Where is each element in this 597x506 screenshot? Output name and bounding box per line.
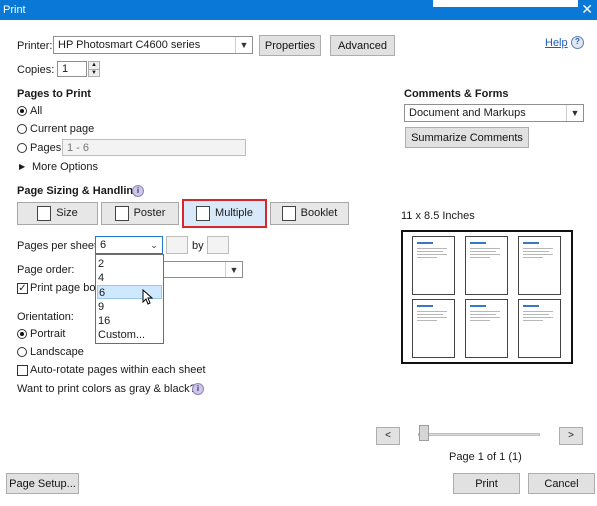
- info-icon[interactable]: i: [132, 185, 144, 197]
- window-title: Print: [3, 4, 26, 16]
- radio-pages-label: Pages: [30, 142, 62, 154]
- dropdown-option[interactable]: Custom...: [97, 328, 163, 342]
- pages-per-sheet-label: Pages per sheet:: [17, 240, 101, 252]
- info-icon[interactable]: i: [192, 383, 204, 395]
- stepper-down-icon[interactable]: ▼: [89, 70, 99, 77]
- pages-range-value: 1 - 6: [67, 142, 90, 154]
- tab-multiple[interactable]: Multiple: [182, 199, 267, 228]
- page-slider-thumb[interactable]: [419, 425, 429, 441]
- page-status: Page 1 of 1 (1): [449, 451, 522, 463]
- chevron-down-icon: ⌄: [150, 240, 158, 250]
- booklet-icon: [281, 205, 296, 221]
- pages-to-print-heading: Pages to Print: [17, 88, 91, 100]
- comments-select[interactable]: Document and Markups ▼: [404, 104, 584, 122]
- chevron-down-icon: ▼: [566, 105, 583, 121]
- copies-value: 1: [62, 63, 69, 75]
- print-preview: [401, 230, 573, 364]
- triangle-right-icon[interactable]: ▶: [19, 162, 25, 171]
- tab-size[interactable]: Size: [17, 202, 98, 225]
- more-options-link[interactable]: More Options: [32, 161, 98, 173]
- radio-landscape[interactable]: [17, 347, 27, 357]
- pages-range-input[interactable]: 1 - 6: [62, 139, 246, 156]
- copies-label: Copies:: [17, 64, 55, 76]
- tab-booklet-label: Booklet: [300, 207, 338, 219]
- page-setup-button[interactable]: Page Setup...: [6, 473, 79, 494]
- columns-input[interactable]: [166, 236, 188, 254]
- preview-page-thumbnail: [412, 236, 455, 295]
- pages-per-sheet-value: 6: [100, 239, 107, 251]
- advanced-button[interactable]: Advanced: [330, 35, 395, 56]
- dropdown-option[interactable]: 4: [97, 271, 163, 285]
- properties-button[interactable]: Properties: [259, 35, 321, 56]
- tab-size-label: Size: [56, 207, 78, 219]
- preview-page-thumbnail: [518, 236, 561, 295]
- poster-icon: [114, 205, 129, 221]
- radio-portrait-label: Portrait: [30, 328, 66, 340]
- multiple-icon: [196, 205, 211, 221]
- help-link[interactable]: Help: [545, 37, 568, 49]
- printer-value: HP Photosmart C4600 series: [58, 39, 201, 51]
- summarize-comments-button[interactable]: Summarize Comments: [405, 127, 529, 148]
- next-page-button[interactable]: >: [559, 427, 583, 445]
- dropdown-option[interactable]: 2: [97, 257, 163, 271]
- size-icon: [37, 205, 52, 221]
- tab-booklet[interactable]: Booklet: [270, 202, 349, 225]
- sizing-heading: Page Sizing & Handling: [17, 185, 140, 197]
- radio-portrait[interactable]: [17, 329, 27, 339]
- tab-multiple-label: Multiple: [215, 207, 253, 219]
- preview-page-thumbnail: [518, 299, 561, 358]
- previous-page-button[interactable]: <: [376, 427, 400, 445]
- comments-value: Document and Markups: [409, 107, 526, 119]
- mouse-cursor-icon: [142, 289, 154, 305]
- copies-input[interactable]: 1: [57, 61, 87, 77]
- title-bar-highlight: [433, 0, 578, 7]
- tab-poster[interactable]: Poster: [101, 202, 179, 225]
- pages-per-sheet-select[interactable]: 6 ⌄: [95, 236, 163, 254]
- gray-black-label: Want to print colors as gray & black?: [17, 383, 196, 395]
- cancel-button[interactable]: Cancel: [528, 473, 595, 494]
- chevron-down-icon: ▼: [235, 37, 252, 53]
- copies-stepper[interactable]: ▲ ▼: [88, 61, 100, 77]
- comments-heading: Comments & Forms: [404, 88, 509, 100]
- orientation-label: Orientation:: [17, 311, 74, 323]
- auto-rotate-checkbox[interactable]: [17, 365, 28, 376]
- preview-page-thumbnail: [465, 236, 508, 295]
- page-slider-track[interactable]: [418, 433, 540, 436]
- paper-size-label: 11 x 8.5 Inches: [401, 210, 475, 222]
- preview-page-thumbnail: [412, 299, 455, 358]
- radio-all[interactable]: [17, 106, 27, 116]
- by-label: by: [192, 240, 204, 252]
- printer-label: Printer:: [17, 40, 53, 52]
- title-bar: Print ✕: [0, 0, 597, 20]
- page-order-label: Page order:: [17, 264, 75, 276]
- radio-all-label: All: [30, 105, 43, 117]
- help-icon[interactable]: ?: [571, 36, 584, 49]
- tab-poster-label: Poster: [133, 207, 166, 219]
- rows-input[interactable]: [207, 236, 229, 254]
- preview-page-thumbnail: [465, 299, 508, 358]
- auto-rotate-label: Auto-rotate pages within each sheet: [30, 364, 206, 376]
- radio-pages[interactable]: [17, 143, 27, 153]
- print-border-checkbox[interactable]: ✓: [17, 283, 28, 294]
- radio-landscape-label: Landscape: [30, 346, 84, 358]
- radio-current-label: Current page: [30, 123, 95, 135]
- close-icon[interactable]: ✕: [581, 1, 593, 18]
- print-button[interactable]: Print: [453, 473, 520, 494]
- print-border-label: Print page bord: [30, 282, 106, 294]
- dropdown-option[interactable]: 16: [97, 314, 163, 328]
- printer-select[interactable]: HP Photosmart C4600 series ▼: [53, 36, 253, 54]
- stepper-up-icon[interactable]: ▲: [89, 62, 99, 70]
- chevron-down-icon: ▼: [225, 262, 242, 277]
- radio-current-page[interactable]: [17, 124, 27, 134]
